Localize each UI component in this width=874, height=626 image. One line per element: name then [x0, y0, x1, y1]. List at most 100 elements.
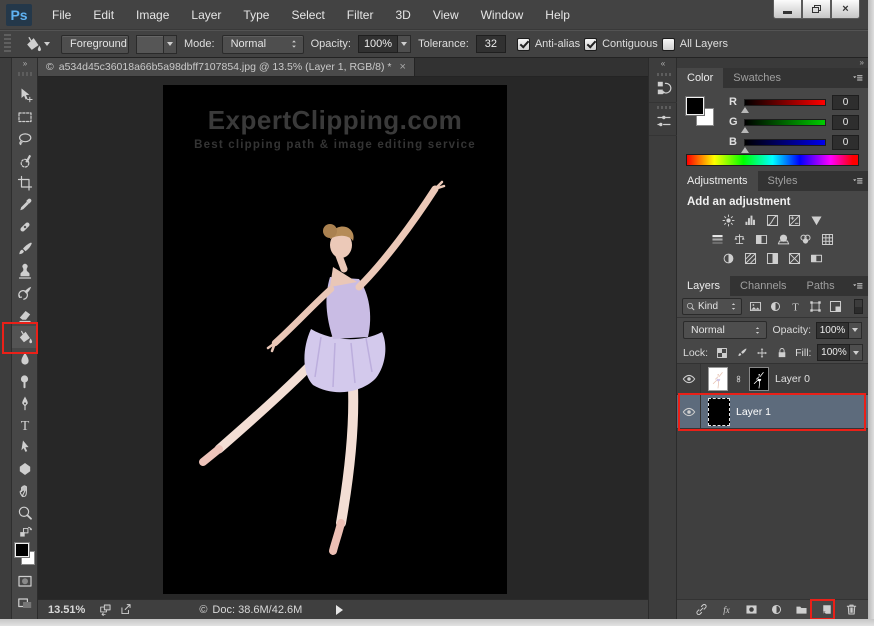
layer-mask-button[interactable]: [739, 601, 764, 619]
lasso-tool[interactable]: [12, 128, 38, 150]
exposure-button[interactable]: [786, 213, 804, 229]
lock-all-button[interactable]: [774, 345, 789, 360]
shape-tool[interactable]: [12, 458, 38, 480]
status-menu-arrow-icon[interactable]: [336, 605, 343, 615]
levels-button[interactable]: [742, 213, 760, 229]
selective-color-button[interactable]: [786, 251, 804, 267]
paint-bucket-tool[interactable]: [12, 326, 38, 348]
crop-tool[interactable]: [12, 172, 38, 194]
slider-thumb-icon[interactable]: [741, 147, 749, 153]
panel-menu-icon[interactable]: [846, 68, 868, 88]
black-white-button[interactable]: [753, 232, 771, 248]
tab-paths[interactable]: Paths: [797, 276, 845, 296]
brightness-contrast-button[interactable]: [720, 213, 738, 229]
checkbox-anti-alias[interactable]: Anti-alias: [517, 38, 580, 51]
layer-fill-dropdown[interactable]: 100%: [817, 344, 863, 361]
photo-filter-button[interactable]: [775, 232, 793, 248]
color-lookup-button[interactable]: [819, 232, 837, 248]
channel-value-r[interactable]: 0: [832, 95, 859, 110]
hand-tool[interactable]: [12, 480, 38, 502]
group-button[interactable]: [789, 601, 814, 619]
tab-layers[interactable]: Layers: [677, 276, 730, 296]
tab-styles[interactable]: Styles: [758, 171, 808, 191]
channel-value-g[interactable]: 0: [832, 115, 859, 130]
type-filter-button[interactable]: T: [787, 299, 804, 315]
channel-slider-g[interactable]: [744, 119, 826, 126]
tolerance-input[interactable]: 32: [476, 35, 506, 53]
tab-color[interactable]: Color: [677, 68, 723, 88]
smart-object-filter-button[interactable]: [827, 299, 844, 315]
shape-filter-button[interactable]: [807, 299, 824, 315]
panel-menu-icon[interactable]: [846, 276, 868, 296]
color-balance-button[interactable]: [731, 232, 749, 248]
eyedropper-tool[interactable]: [12, 194, 38, 216]
threshold-button[interactable]: [764, 251, 782, 267]
adjustment-filter-button[interactable]: [767, 299, 784, 315]
document-tab[interactable]: © a534d45c36018a66b5a98dbff7107854.jpg @…: [38, 58, 415, 76]
document-image[interactable]: ExpertClipping.com Best clipping path & …: [163, 85, 507, 594]
zoom-tool[interactable]: [12, 502, 38, 524]
pattern-picker[interactable]: [136, 35, 177, 54]
blend-mode-dropdown[interactable]: Normal: [683, 321, 767, 339]
slider-thumb-icon[interactable]: [741, 127, 749, 133]
type-tool[interactable]: T: [12, 414, 38, 436]
tab-close-icon[interactable]: ×: [399, 61, 405, 73]
visibility-toggle[interactable]: [677, 395, 701, 428]
new-layer-button[interactable]: [814, 601, 839, 619]
menu-item-edit[interactable]: Edit: [82, 0, 125, 30]
hue-saturation-button[interactable]: [709, 232, 727, 248]
menu-item-3d[interactable]: 3D: [384, 0, 421, 30]
menu-item-type[interactable]: Type: [232, 0, 280, 30]
layer-mask-thumbnail[interactable]: [749, 367, 769, 391]
menu-item-filter[interactable]: Filter: [336, 0, 385, 30]
gradient-map-button[interactable]: [808, 251, 826, 267]
channel-value-b[interactable]: 0: [832, 135, 859, 150]
pen-tool[interactable]: [12, 392, 38, 414]
quick-selection-tool[interactable]: [12, 150, 38, 172]
tab-channels[interactable]: Channels: [730, 276, 796, 296]
layer-opacity-dropdown[interactable]: 100%: [816, 322, 862, 339]
fx-button[interactable]: fx: [714, 601, 739, 619]
collapse-panels-icon[interactable]: «: [649, 58, 676, 70]
history-panel-button[interactable]: [649, 70, 678, 103]
slider-thumb-icon[interactable]: [741, 107, 749, 113]
blur-tool[interactable]: [12, 348, 38, 370]
posterize-button[interactable]: [742, 251, 760, 267]
export-icon[interactable]: [119, 603, 133, 616]
channel-slider-b[interactable]: [744, 139, 826, 146]
kind-filter-dropdown[interactable]: Kind: [682, 298, 742, 315]
menu-item-image[interactable]: Image: [125, 0, 180, 30]
sync-icon[interactable]: [99, 603, 113, 616]
foreground-background-swatches[interactable]: [12, 542, 38, 570]
tab-adjustments[interactable]: Adjustments: [677, 171, 758, 191]
mode-dropdown[interactable]: Normal: [222, 35, 304, 54]
filter-toggle-switch[interactable]: [854, 299, 863, 314]
channel-slider-r[interactable]: [744, 99, 826, 106]
lock-position-button[interactable]: [754, 345, 769, 360]
vibrance-button[interactable]: [808, 213, 826, 229]
foreground-color-swatch[interactable]: [15, 543, 29, 557]
menu-item-view[interactable]: View: [422, 0, 470, 30]
channel-mixer-button[interactable]: [797, 232, 815, 248]
delete-button[interactable]: [839, 601, 864, 619]
swap-colors-button[interactable]: [12, 524, 38, 540]
lock-image-button[interactable]: [734, 345, 749, 360]
move-tool[interactable]: [12, 84, 38, 106]
minimize-button[interactable]: [773, 0, 802, 19]
color-swatch-widget[interactable]: [686, 97, 722, 133]
menu-item-select[interactable]: Select: [280, 0, 335, 30]
layer-row-layer-1[interactable]: Layer 1: [677, 395, 868, 429]
curves-button[interactable]: [764, 213, 782, 229]
canvas-viewport[interactable]: ExpertClipping.com Best clipping path & …: [38, 77, 648, 599]
checkbox-contiguous[interactable]: Contiguous: [584, 38, 658, 51]
dodge-tool[interactable]: [12, 370, 38, 392]
layer-thumbnail[interactable]: [708, 398, 730, 426]
close-button[interactable]: ×: [831, 0, 860, 19]
panel-menu-icon[interactable]: [846, 171, 868, 191]
adjustment-button[interactable]: [764, 601, 789, 619]
path-selection-tool[interactable]: [12, 436, 38, 458]
layer-thumbnail[interactable]: [708, 367, 728, 391]
image-filter-button[interactable]: [747, 299, 764, 315]
restore-button[interactable]: [802, 0, 831, 19]
properties-panel-button[interactable]: [649, 103, 678, 136]
